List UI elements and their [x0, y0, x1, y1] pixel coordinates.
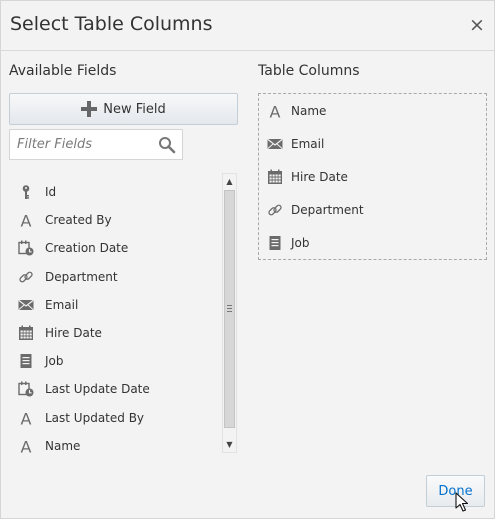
filter-fields-box [9, 129, 183, 160]
available-field-creation-date[interactable]: Creation Date [9, 234, 221, 262]
dialog-header: Select Table Columns × [1, 1, 494, 51]
table-column-hire-date[interactable]: Hire Date [259, 163, 486, 191]
available-field-id[interactable]: Id [9, 178, 221, 206]
link-icon [267, 202, 283, 218]
available-field-name[interactable]: A Name [9, 432, 221, 453]
svg-text:A: A [21, 212, 32, 228]
field-label: Last Updated By [45, 410, 145, 425]
field-label: Email [45, 297, 79, 312]
scroll-down-arrow-icon[interactable]: ▼ [223, 437, 236, 452]
calendar-icon [18, 325, 34, 341]
available-field-email[interactable]: Email [9, 291, 221, 319]
grip-icon [227, 305, 232, 312]
table-columns-dropzone[interactable]: A Name Email Hire Date Department Job [258, 93, 487, 260]
text-type-icon: A [18, 438, 34, 453]
table-columns-heading: Table Columns [258, 63, 360, 79]
text-type-icon: A [18, 410, 34, 426]
field-label: Created By [45, 213, 112, 228]
table-column-department[interactable]: Department [259, 196, 486, 224]
svg-text:A: A [21, 410, 32, 426]
column-label: Hire Date [291, 170, 348, 184]
link-icon [18, 269, 34, 285]
svg-text:A: A [21, 438, 32, 453]
field-label: Name [45, 438, 81, 453]
available-field-hire-date[interactable]: Hire Date [9, 319, 221, 347]
available-field-created-by[interactable]: A Created By [9, 206, 221, 234]
search-icon[interactable] [158, 136, 176, 154]
available-field-last-update-date[interactable]: Last Update Date [9, 375, 221, 403]
field-label: Creation Date [45, 241, 129, 256]
available-field-job[interactable]: Job [9, 347, 221, 375]
filter-fields-input[interactable] [10, 130, 152, 159]
envelope-icon [18, 297, 34, 313]
column-label: Email [291, 137, 325, 151]
column-label: Job [291, 236, 310, 250]
list-document-icon [18, 353, 34, 369]
calendar-clock-icon [18, 381, 34, 397]
close-icon[interactable]: × [469, 16, 485, 35]
column-label: Name [291, 104, 327, 118]
table-column-name[interactable]: A Name [259, 97, 486, 125]
dialog-title: Select Table Columns [10, 13, 213, 35]
scrollbar-thumb[interactable] [224, 190, 235, 428]
field-label: Job [45, 354, 64, 369]
column-label: Department [291, 203, 364, 217]
envelope-icon [267, 136, 283, 152]
available-fields-heading: Available Fields [9, 63, 117, 79]
plus-icon [81, 101, 98, 117]
available-field-department[interactable]: Department [9, 263, 221, 291]
field-label: Department [45, 269, 118, 284]
key-icon [18, 184, 34, 200]
field-label: Hire Date [45, 326, 102, 340]
new-field-button[interactable]: New Field [9, 93, 238, 125]
calendar-clock-icon [18, 240, 34, 256]
field-label: Id [45, 185, 57, 199]
available-field-last-updated-by[interactable]: A Last Updated By [9, 404, 221, 432]
table-column-email[interactable]: Email [259, 130, 486, 158]
field-label: Last Update Date [45, 382, 150, 397]
text-type-icon: A [18, 212, 34, 228]
text-type-icon: A [267, 103, 283, 119]
table-column-job[interactable]: Job [259, 229, 486, 257]
calendar-icon [267, 169, 283, 185]
mouse-pointer-icon [455, 492, 469, 512]
select-table-columns-dialog: Select Table Columns × Available Fields … [0, 0, 495, 519]
available-fields-list: Id A Created By Creation Date Department Emai… [9, 173, 238, 453]
svg-text:A: A [270, 103, 281, 119]
list-document-icon [267, 235, 283, 251]
available-fields-scrollbar[interactable]: ▲ ▼ [222, 173, 237, 453]
scroll-up-arrow-icon[interactable]: ▲ [223, 174, 236, 189]
new-field-label: New Field [103, 101, 166, 117]
